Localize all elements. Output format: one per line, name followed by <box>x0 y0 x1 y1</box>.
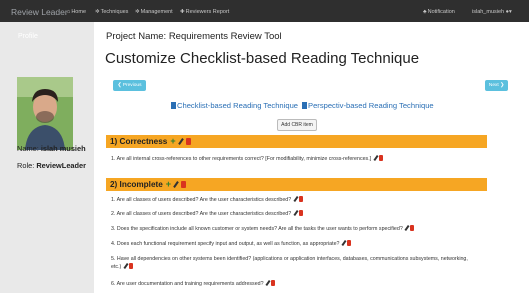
perspective-link-label: Perspectiv-based Reading Technique <box>308 101 434 110</box>
document-icon <box>171 102 176 109</box>
checklist-link-label: Checklist-based Reading Technique <box>177 101 299 110</box>
edit-icon[interactable] <box>173 181 179 188</box>
brand-title[interactable]: Review Leader <box>11 7 68 17</box>
checklist-item: 6. Are user documentation and training r… <box>111 280 471 288</box>
nav-notification-label: Notification <box>427 9 455 15</box>
edit-icon[interactable] <box>265 280 270 286</box>
sidebar: Profile Name: islah musieh Role: ReviewL… <box>0 22 94 293</box>
section-header-incomplete: 2) Incomplete + <box>106 178 487 191</box>
delete-icon[interactable] <box>346 240 351 246</box>
role-label: Role: <box>17 161 35 170</box>
edit-icon[interactable] <box>178 138 184 145</box>
home-icon: ⌂ <box>67 9 71 15</box>
checklist-item-text: 5. Have all dependencies on other system… <box>111 256 468 271</box>
previous-button[interactable]: ❮ Previous <box>113 80 146 91</box>
checklist-item-text: 1. Are all classes of users described? A… <box>111 197 292 203</box>
section-title: 1) Correctness <box>110 137 168 146</box>
document-icon <box>302 102 307 109</box>
section-title: 2) Incomplete <box>110 180 163 189</box>
checklist-item-text: 3. Does the specification include all kn… <box>111 226 403 232</box>
edit-icon[interactable] <box>293 210 298 216</box>
main-content: Project Name: Requirements Review Tool C… <box>94 22 529 293</box>
page-title: Customize Checklist-based Reading Techni… <box>105 50 420 67</box>
delete-icon[interactable] <box>128 263 133 270</box>
delete-icon[interactable] <box>185 138 191 145</box>
edit-icon[interactable] <box>404 225 409 231</box>
nav-reviewers-report-label: Reviewers Report <box>185 9 230 15</box>
edit-icon[interactable] <box>341 240 346 246</box>
nav-user-label: islah_musieh <box>472 9 505 15</box>
nav-home[interactable]: ⌂Home <box>67 9 86 15</box>
section-header-correctness: 1) Correctness + <box>106 135 487 148</box>
edit-icon[interactable] <box>123 263 128 269</box>
nav-user-menu[interactable]: islah_musieh ●▾ <box>472 9 513 15</box>
add-cbr-item-button[interactable]: Add CBR item <box>277 119 317 131</box>
name-label: Name: <box>17 144 39 153</box>
delete-icon[interactable] <box>410 225 415 231</box>
nav-reviewers-report[interactable]: ✚Reviewers Report <box>180 9 229 15</box>
add-icon[interactable]: + <box>166 180 171 189</box>
perspective-technique-link[interactable]: Perspectiv-based Reading Technique <box>302 101 434 110</box>
delete-icon[interactable] <box>378 155 383 161</box>
checklist-item: 1. Are all internal cross-references to … <box>111 155 471 163</box>
top-navbar: Review Leader ⌂Home ✲Techniques ✲Managem… <box>0 0 529 22</box>
checklist-item: 1. Are all classes of users described? A… <box>111 196 471 204</box>
checklist-technique-link[interactable]: Checklist-based Reading Technique <box>171 101 298 110</box>
users-icon: ✚ <box>180 9 185 15</box>
gear-icon: ✲ <box>135 9 140 15</box>
delete-icon[interactable] <box>298 196 303 202</box>
checklist-item: 3. Does the specification include all kn… <box>111 225 471 233</box>
add-icon[interactable]: + <box>170 137 175 146</box>
user-icon: ●▾ <box>505 9 512 15</box>
nav-home-label: Home <box>71 9 86 15</box>
checklist-item: 4. Does each functional requirement spec… <box>111 240 471 248</box>
sidebar-name: Name: islah musieh <box>17 144 86 153</box>
bell-icon: ♣ <box>423 9 427 15</box>
name-value: islah musieh <box>40 144 86 153</box>
nav-techniques-label: Techniques <box>100 9 129 15</box>
delete-icon[interactable] <box>298 210 303 216</box>
avatar-photo <box>17 77 73 150</box>
nav-notification[interactable]: ♣Notification <box>423 9 455 15</box>
profile-header: Profile <box>18 33 38 40</box>
checklist-item-text: 4. Does each functional requirement spec… <box>111 241 340 247</box>
checklist-item-text: 1. Are all internal cross-references to … <box>111 156 372 162</box>
delete-icon[interactable] <box>181 181 187 188</box>
avatar <box>17 77 73 150</box>
edit-icon[interactable] <box>373 155 378 161</box>
delete-icon[interactable] <box>271 280 276 286</box>
nav-management[interactable]: ✲Management <box>135 9 173 15</box>
nav-management-label: Management <box>140 9 173 15</box>
edit-icon[interactable] <box>293 196 298 202</box>
checklist-item: 5. Have all dependencies on other system… <box>111 256 471 271</box>
role-value: ReviewLeader <box>36 161 87 170</box>
sidebar-role: Role: ReviewLeader <box>17 161 86 170</box>
gear-icon: ✲ <box>95 9 100 15</box>
checklist-item: 2. Are all classes of users described? A… <box>111 210 471 218</box>
nav-techniques[interactable]: ✲Techniques <box>95 9 128 15</box>
next-button[interactable]: Next ❯ <box>485 80 508 91</box>
project-name: Project Name: Requirements Review Tool <box>106 31 282 42</box>
checklist-item-text: 6. Are user documentation and training r… <box>111 281 264 287</box>
checklist-item-text: 2. Are all classes of users described? A… <box>111 211 292 217</box>
